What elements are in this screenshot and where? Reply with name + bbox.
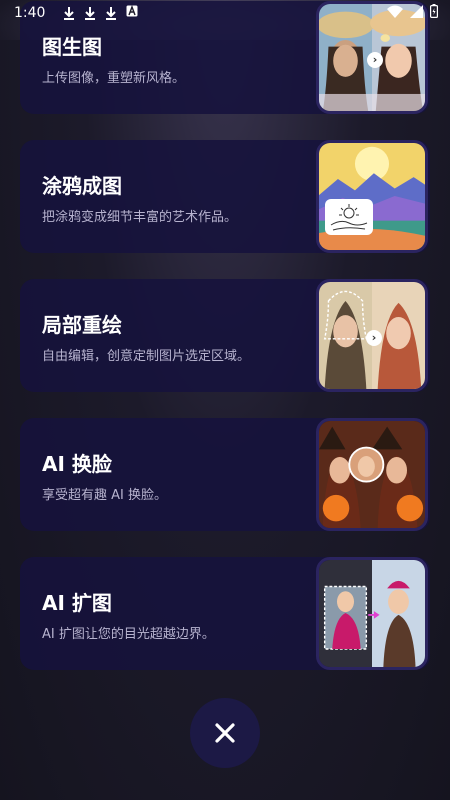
close-button[interactable]	[190, 698, 260, 768]
sketch-preview	[325, 199, 373, 235]
feature-card-face-swap[interactable]: AI 换脸 享受超有趣 AI 换脸。	[20, 418, 430, 531]
feature-card-sketch-to-art[interactable]: 涂鸦成图 把涂鸦变成细节丰富的艺术作品。	[20, 140, 430, 253]
download-icon	[63, 6, 75, 20]
card-description: 享受超有趣 AI 换脸。	[42, 488, 167, 503]
card-title: AI 换脸	[42, 452, 112, 476]
signal-icon	[410, 4, 423, 22]
feature-card-outpainting[interactable]: AI 扩图 AI 扩图让您的目光超越边界。	[20, 557, 430, 670]
feature-card-inpainting[interactable]: 局部重绘 自由编辑，创意定制图片选定区域。 ›	[20, 279, 430, 392]
download-icon	[105, 6, 117, 20]
thumbnail-sketch-to-art	[316, 140, 428, 253]
a-icon	[126, 5, 138, 21]
thumbnail-face-swap	[316, 418, 428, 531]
card-title: 图生图	[42, 35, 102, 59]
card-description: 自由编辑，创意定制图片选定区域。	[42, 349, 251, 364]
card-description: 上传图像，重塑新风格。	[42, 71, 186, 86]
card-title: 局部重绘	[42, 313, 122, 337]
status-time: 1:40	[14, 5, 46, 21]
battery-icon	[430, 4, 439, 22]
card-description: AI 扩图让您的目光超越边界。	[42, 627, 215, 642]
wifi-icon	[387, 5, 403, 22]
card-description: 把涂鸦变成细节丰富的艺术作品。	[42, 210, 238, 225]
download-icon	[84, 6, 96, 20]
chevron-right-icon: ›	[366, 330, 382, 346]
thumbnail-inpainting: ›	[316, 279, 428, 392]
status-bar: 1:40	[0, 0, 450, 26]
thumbnail-outpainting	[316, 557, 428, 670]
close-icon	[215, 723, 235, 743]
card-title: AI 扩图	[42, 591, 112, 615]
chevron-right-icon: ›	[367, 52, 383, 68]
card-title: 涂鸦成图	[42, 174, 122, 198]
